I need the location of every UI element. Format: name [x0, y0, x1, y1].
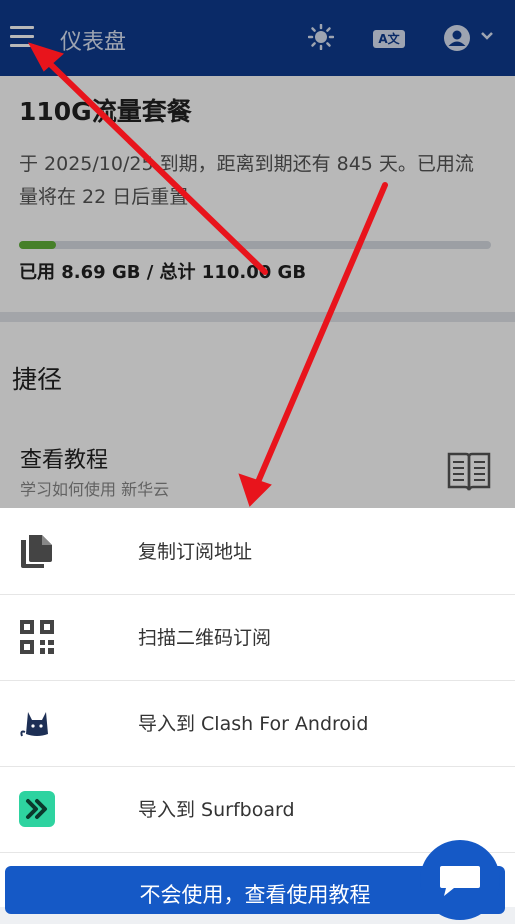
scan-qrcode-label: 扫描二维码订阅	[138, 627, 272, 649]
import-clash-label: 导入到 Clash For Android	[138, 713, 369, 735]
scan-qrcode-item[interactable]: 扫描二维码订阅	[0, 594, 515, 681]
qrcode-icon	[18, 618, 56, 656]
clash-cat-icon	[18, 704, 56, 742]
surfboard-icon	[18, 790, 56, 828]
import-surfboard-label: 导入到 Surfboard	[138, 799, 295, 821]
copy-subscription-item[interactable]: 复制订阅地址	[0, 508, 515, 595]
import-clash-item[interactable]: 导入到 Clash For Android	[0, 680, 515, 767]
modal-backdrop[interactable]	[0, 0, 515, 508]
chat-icon	[440, 866, 480, 896]
copy-subscription-label: 复制订阅地址	[138, 541, 253, 563]
copy-icon	[18, 532, 56, 570]
chat-fab[interactable]	[420, 840, 500, 920]
